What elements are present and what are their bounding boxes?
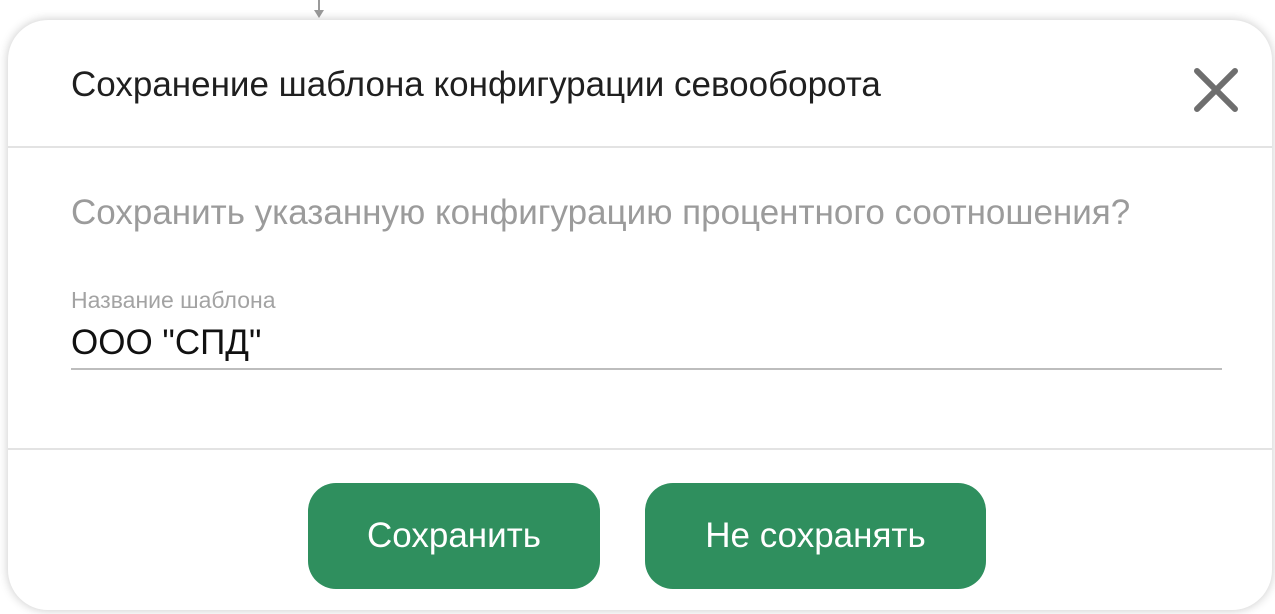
confirmation-prompt: Сохранить указанную конфигурацию процент… xyxy=(71,193,1131,232)
arrow-down-icon xyxy=(314,0,324,18)
template-name-label: Название шаблона xyxy=(71,287,276,313)
dont-save-button[interactable]: Не сохранять xyxy=(645,483,986,589)
dialog-header: Сохранение шаблона конфигурации севообор… xyxy=(8,20,1272,148)
dialog-body: Сохранить указанную конфигурацию процент… xyxy=(8,150,1272,448)
dialog-footer: Сохранить Не сохранять xyxy=(8,448,1272,610)
save-template-dialog: Сохранение шаблона конфигурации севообор… xyxy=(8,20,1272,610)
field-underline xyxy=(71,368,1222,370)
close-icon xyxy=(1194,68,1238,112)
close-button[interactable] xyxy=(1189,63,1243,117)
template-name-field: Название шаблона xyxy=(71,280,1222,370)
dialog-title: Сохранение шаблона конфигурации севообор… xyxy=(71,65,881,104)
save-button[interactable]: Сохранить xyxy=(308,483,600,589)
template-name-input[interactable] xyxy=(71,320,1222,366)
